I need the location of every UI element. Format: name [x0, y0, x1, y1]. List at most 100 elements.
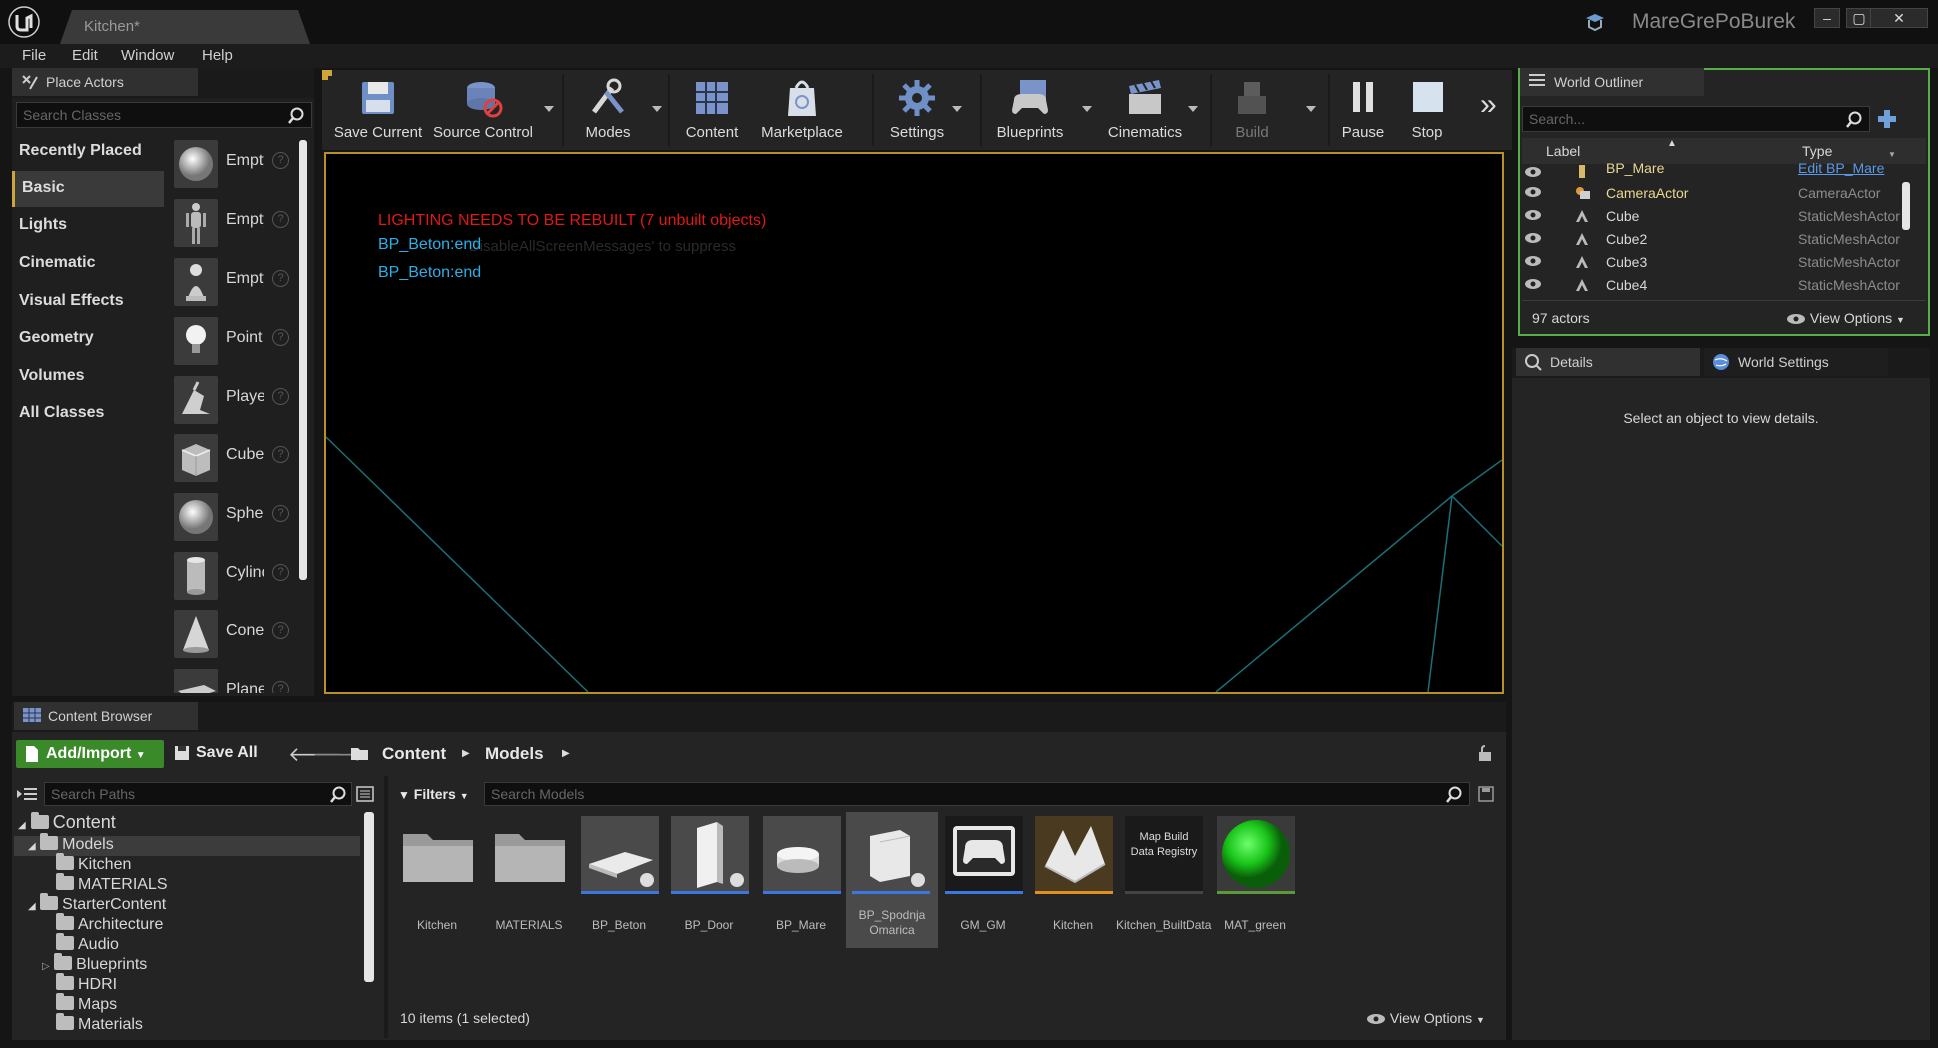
tree-item-kitchen[interactable]: Kitchen: [56, 853, 131, 874]
asset-folder-kitchen[interactable]: Kitchen: [396, 814, 478, 944]
breadcrumb-content[interactable]: Content: [382, 744, 446, 764]
help-icon[interactable]: ?: [272, 564, 289, 581]
unreal-logo-icon[interactable]: [8, 6, 40, 38]
tree-item-blueprints[interactable]: ▷ Blueprints: [42, 953, 147, 974]
tree-item-materials[interactable]: MATERIALS: [56, 873, 168, 894]
category-recently-placed[interactable]: Recently Placed: [12, 134, 164, 170]
tree-item-content[interactable]: ◢ Content: [18, 812, 116, 833]
visibility-eye-icon[interactable]: [1524, 278, 1542, 290]
collapse-sources-icon[interactable]: [16, 786, 38, 802]
asset-mat-green[interactable]: MAT_green: [1214, 814, 1296, 944]
tab-place-actors[interactable]: Place Actors: [12, 68, 198, 96]
actor-plane[interactable]: Plane ?: [168, 665, 298, 693]
tree-item-materials-starter[interactable]: Materials: [56, 1013, 143, 1034]
pause-button[interactable]: Pause: [1332, 70, 1394, 150]
filters-button[interactable]: ▼ Filters ▼: [398, 786, 469, 802]
asset-bp-beton[interactable]: BP_Beton: [578, 814, 660, 944]
source-control-dropdown[interactable]: [544, 106, 554, 112]
breadcrumb-separator-icon[interactable]: ▶: [562, 748, 570, 759]
asset-bp-door[interactable]: BP_Door: [668, 814, 750, 944]
actor-cone[interactable]: Cone ?: [168, 606, 298, 662]
breadcrumb-models[interactable]: Models: [485, 744, 544, 764]
category-basic[interactable]: Basic: [12, 171, 164, 207]
menu-edit[interactable]: Edit: [72, 47, 98, 64]
help-icon[interactable]: ?: [272, 505, 289, 522]
asset-bp-mare[interactable]: BP_Mare: [760, 814, 842, 944]
asset-kitchen-builtdata[interactable]: Map Build Data Registry Kitchen_BuiltDat…: [1116, 814, 1211, 944]
help-icon[interactable]: ?: [272, 446, 289, 463]
tab-world-settings[interactable]: World Settings: [1704, 348, 1888, 376]
level-tab[interactable]: Kitchen*: [60, 10, 310, 44]
settings-button[interactable]: Settings: [876, 70, 958, 150]
cinematics-dropdown[interactable]: [1188, 106, 1198, 112]
edit-blueprint-link[interactable]: Edit BP_Mare: [1798, 162, 1910, 176]
cinematics-button[interactable]: Cinematics: [1096, 70, 1194, 150]
blueprints-dropdown[interactable]: [1082, 106, 1092, 112]
visibility-eye-icon[interactable]: [1524, 209, 1542, 221]
category-cinematic[interactable]: Cinematic: [12, 246, 164, 282]
build-dropdown[interactable]: [1306, 106, 1316, 112]
visibility-eye-icon[interactable]: [1524, 232, 1542, 244]
actor-empty-actor[interactable]: Empty Actor ?: [168, 136, 298, 192]
column-type[interactable]: Type: [1802, 143, 1832, 159]
paths-scrollbar[interactable]: [364, 812, 374, 982]
tree-item-architecture[interactable]: Architecture: [56, 913, 163, 934]
outliner-scrollbar[interactable]: [1902, 182, 1910, 230]
save-current-button[interactable]: Save Current: [330, 70, 426, 150]
outliner-row[interactable]: Cube StaticMeshActor: [1522, 205, 1914, 228]
level-viewport[interactable]: LIGHTING NEEDS TO BE REBUILT (7 unbuilt …: [324, 152, 1504, 694]
menu-window[interactable]: Window: [121, 47, 174, 64]
minimize-button[interactable]: –: [1814, 8, 1840, 28]
add-import-button[interactable]: Add/Import ▼: [16, 740, 164, 768]
splitter[interactable]: [384, 776, 388, 1038]
marketplace-button[interactable]: Marketplace: [754, 70, 850, 150]
help-icon[interactable]: ?: [272, 388, 289, 405]
actor-player-start[interactable]: Player Start ?: [168, 372, 298, 428]
asset-map-kitchen[interactable]: Kitchen: [1032, 814, 1114, 944]
place-actors-scrollbar[interactable]: [299, 140, 307, 580]
tree-item-starter-content[interactable]: ◢ StarterContent: [28, 893, 166, 914]
help-icon[interactable]: ?: [272, 329, 289, 346]
actor-point-light[interactable]: Point Light ?: [168, 313, 298, 369]
menu-file[interactable]: File: [22, 47, 46, 64]
outliner-row[interactable]: Cube2 StaticMeshActor: [1522, 228, 1914, 251]
category-lights[interactable]: Lights: [12, 208, 164, 244]
content-view-options[interactable]: View Options ▼: [1366, 1010, 1485, 1026]
actor-cylinder[interactable]: Cylinder ?: [168, 548, 298, 604]
source-control-button[interactable]: Source Control: [428, 70, 538, 150]
search-models-input[interactable]: Search Models: [484, 782, 1470, 806]
tree-item-models[interactable]: ◢ Models: [28, 833, 114, 854]
actor-cube[interactable]: Cube ?: [168, 430, 298, 486]
breadcrumb-separator-icon[interactable]: ▶: [462, 748, 470, 759]
visibility-eye-icon[interactable]: [1524, 255, 1542, 267]
actor-sphere[interactable]: Sphere ?: [168, 489, 298, 545]
menu-help[interactable]: Help: [202, 47, 233, 64]
help-icon[interactable]: ?: [272, 270, 289, 287]
search-paths-input[interactable]: Search Paths: [44, 782, 352, 806]
settings-dropdown[interactable]: [952, 106, 962, 112]
help-icon[interactable]: ?: [272, 681, 289, 693]
maximize-button[interactable]: ▢: [1846, 8, 1872, 28]
help-icon[interactable]: ?: [272, 622, 289, 639]
outliner-row[interactable]: Cube4 StaticMeshActor: [1522, 274, 1914, 297]
toolbar-overflow-button[interactable]: »: [1480, 88, 1497, 122]
save-all-button[interactable]: Save All: [174, 744, 258, 762]
modes-button[interactable]: Modes: [568, 70, 648, 150]
tab-content-browser[interactable]: Content Browser: [14, 702, 198, 730]
category-visual-effects[interactable]: Visual Effects: [12, 284, 164, 320]
add-actor-icon[interactable]: [1876, 108, 1898, 130]
asset-gm-gm[interactable]: GM_GM: [942, 814, 1024, 944]
stop-button[interactable]: Stop: [1396, 70, 1458, 150]
visibility-eye-icon[interactable]: [1524, 186, 1542, 198]
actor-empty-character[interactable]: Empty Character ?: [168, 195, 298, 251]
category-volumes[interactable]: Volumes: [12, 359, 164, 395]
build-button[interactable]: Build: [1214, 70, 1290, 150]
tree-item-audio[interactable]: Audio: [56, 933, 119, 954]
outliner-view-options[interactable]: View Options ▼: [1786, 310, 1905, 326]
blueprints-button[interactable]: Blueprints: [984, 70, 1076, 150]
outliner-row[interactable]: BP_Mare Edit BP_Mare: [1522, 162, 1914, 178]
category-all-classes[interactable]: All Classes: [12, 396, 164, 432]
visibility-eye-icon[interactable]: [1524, 166, 1542, 178]
help-icon[interactable]: ?: [272, 152, 289, 169]
outliner-row[interactable]: CameraActor CameraActor: [1522, 182, 1914, 205]
